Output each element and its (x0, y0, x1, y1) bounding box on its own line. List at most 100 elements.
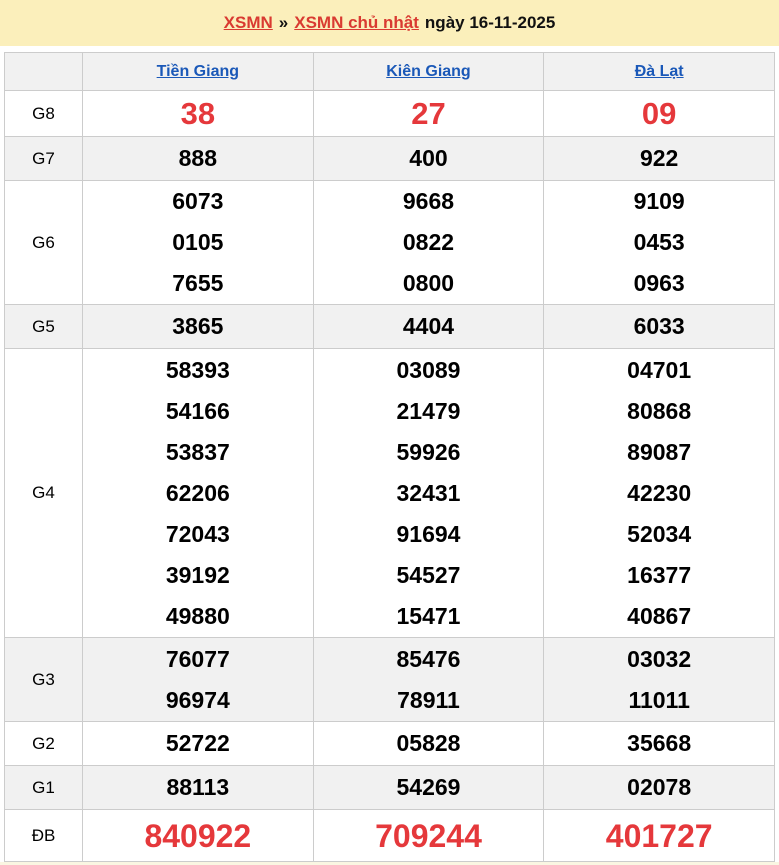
prize-label: G2 (5, 722, 83, 766)
prize-row-1: G8382709 (5, 91, 775, 137)
prize-number: 88113 (83, 767, 313, 808)
prize-number: 0800 (314, 263, 544, 304)
prize-number: 52722 (83, 723, 313, 764)
prize-cell: 0303211011 (544, 638, 775, 722)
prize-row-5: G458393541665383762206720433919249880030… (5, 349, 775, 638)
prize-cell: 4404 (313, 305, 544, 349)
prize-number: 42230 (544, 473, 774, 514)
prize-number: 54527 (314, 555, 544, 596)
prize-number: 888 (83, 138, 313, 179)
results-table: Tiền GiangKiên GiangĐà Lạt G8382709G7888… (4, 52, 775, 862)
prize-number: 9109 (544, 181, 774, 222)
prize-number: 80868 (544, 391, 774, 432)
prize-number: 27 (314, 92, 544, 136)
prize-row-4: G5386544046033 (5, 305, 775, 349)
prize-number: 76077 (83, 639, 313, 680)
prize-cell: 02078 (544, 766, 775, 810)
province-header-3: Đà Lạt (544, 53, 775, 91)
prize-number: 54269 (314, 767, 544, 808)
corner-cell (5, 53, 83, 91)
prize-cell: 888 (83, 137, 314, 181)
prize-number: 72043 (83, 514, 313, 555)
province-header-1: Tiền Giang (83, 53, 314, 91)
prize-cell: 400 (313, 137, 544, 181)
prize-number: 11011 (544, 680, 774, 721)
prize-cell: 58393541665383762206720433919249880 (83, 349, 314, 638)
breadcrumb-separator: » (279, 13, 288, 33)
results-body: G8382709G7888400922G66073010576559668082… (5, 91, 775, 862)
prize-label: G8 (5, 91, 83, 137)
prize-label: G7 (5, 137, 83, 181)
prize-cell: 607301057655 (83, 181, 314, 305)
province-link[interactable]: Đà Lạt (635, 63, 684, 80)
prize-cell: 05828 (313, 722, 544, 766)
prize-number: 922 (544, 138, 774, 179)
prize-cell: 27 (313, 91, 544, 137)
prize-number: 40867 (544, 596, 774, 637)
prize-number: 96974 (83, 680, 313, 721)
prize-number: 03089 (314, 350, 544, 391)
province-link[interactable]: Kiên Giang (386, 63, 470, 80)
prize-row-9: ĐB840922709244401727 (5, 810, 775, 862)
prize-row-8: G1881135426902078 (5, 766, 775, 810)
province-link[interactable]: Tiền Giang (157, 63, 239, 80)
prize-number: 16377 (544, 555, 774, 596)
prize-cell: 09 (544, 91, 775, 137)
prize-label: G3 (5, 638, 83, 722)
prize-number: 6033 (544, 306, 774, 347)
prize-number: 7655 (83, 263, 313, 304)
prize-label: G1 (5, 766, 83, 810)
prize-number: 59926 (314, 432, 544, 473)
prize-number: 401727 (544, 811, 774, 861)
prize-number: 0963 (544, 263, 774, 304)
prize-number: 39192 (83, 555, 313, 596)
prize-number: 0453 (544, 222, 774, 263)
prize-row-6: G3760779697485476789110303211011 (5, 638, 775, 722)
prize-number: 78911 (314, 680, 544, 721)
draw-date-text: ngày 16-11-2025 (425, 13, 555, 33)
prize-number: 85476 (314, 639, 544, 680)
prize-cell: 910904530963 (544, 181, 775, 305)
prize-cell: 966808220800 (313, 181, 544, 305)
prize-number: 49880 (83, 596, 313, 637)
prize-number: 54166 (83, 391, 313, 432)
prize-cell: 840922 (83, 810, 314, 862)
province-header-2: Kiên Giang (313, 53, 544, 91)
prize-number: 89087 (544, 432, 774, 473)
table-header-row: Tiền Giang Kiên Giang Đà Lạt (5, 53, 775, 91)
prize-number: 52034 (544, 514, 774, 555)
prize-number: 38 (83, 92, 313, 136)
prize-number: 02078 (544, 767, 774, 808)
prize-number: 4404 (314, 306, 544, 347)
prize-number: 400 (314, 138, 544, 179)
prize-cell: 709244 (313, 810, 544, 862)
xsmn-link[interactable]: XSMN (224, 13, 273, 33)
prize-cell: 04701808688908742230520341637740867 (544, 349, 775, 638)
prize-number: 709244 (314, 811, 544, 861)
prize-number: 58393 (83, 350, 313, 391)
prize-number: 21479 (314, 391, 544, 432)
prize-cell: 3865 (83, 305, 314, 349)
prize-number: 3865 (83, 306, 313, 347)
prize-cell: 03089214795992632431916945452715471 (313, 349, 544, 638)
prize-number: 09 (544, 92, 774, 136)
prize-label: G6 (5, 181, 83, 305)
prize-cell: 88113 (83, 766, 314, 810)
prize-number: 03032 (544, 639, 774, 680)
prize-cell: 54269 (313, 766, 544, 810)
prize-number: 05828 (314, 723, 544, 764)
prize-cell: 8547678911 (313, 638, 544, 722)
prize-cell: 6033 (544, 305, 775, 349)
prize-label: G5 (5, 305, 83, 349)
prize-number: 9668 (314, 181, 544, 222)
prize-label: ĐB (5, 810, 83, 862)
xsmn-sunday-link[interactable]: XSMN chủ nhật (294, 13, 419, 33)
prize-cell: 7607796974 (83, 638, 314, 722)
prize-number: 0822 (314, 222, 544, 263)
prize-number: 32431 (314, 473, 544, 514)
prize-cell: 922 (544, 137, 775, 181)
prize-row-2: G7888400922 (5, 137, 775, 181)
prize-label: G4 (5, 349, 83, 638)
prize-row-3: G6607301057655966808220800910904530963 (5, 181, 775, 305)
prize-number: 91694 (314, 514, 544, 555)
